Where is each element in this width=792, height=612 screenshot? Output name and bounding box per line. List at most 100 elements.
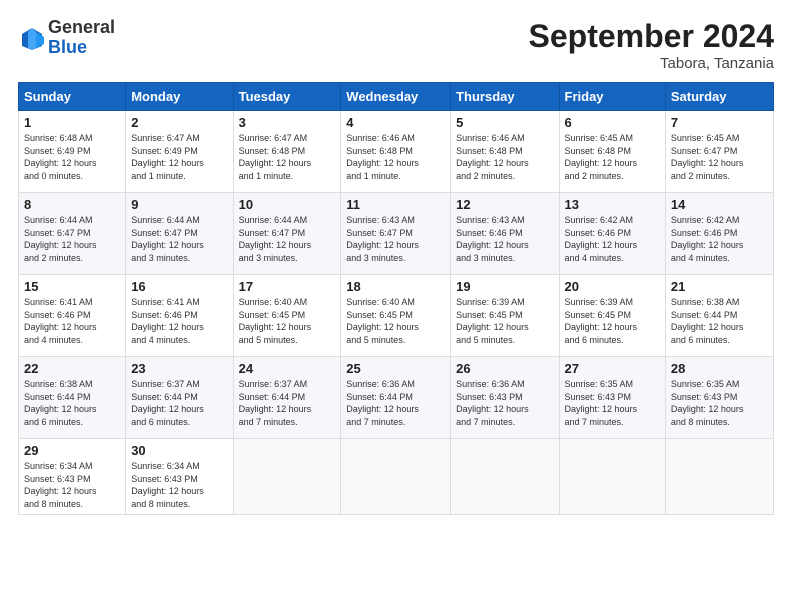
day-number: 8 <box>24 197 120 212</box>
calendar-cell: 10Sunrise: 6:44 AMSunset: 6:47 PMDayligh… <box>233 193 341 275</box>
day-number: 1 <box>24 115 120 130</box>
day-number: 14 <box>671 197 768 212</box>
day-content: Sunrise: 6:39 AMSunset: 6:45 PMDaylight:… <box>456 296 553 346</box>
calendar-cell <box>233 439 341 515</box>
page: General Blue September 2024 Tabora, Tanz… <box>0 0 792 612</box>
calendar-cell <box>451 439 559 515</box>
calendar-cell: 24 Sunrise: 6:37 AMSunset: 6:44 PMDayligh… <box>233 357 341 439</box>
calendar-header-thursday: Thursday <box>451 83 559 111</box>
day-number: 24 <box>239 361 336 376</box>
day-number: 25 <box>346 361 445 376</box>
day-content: Sunrise: 6:44 AMSunset: 6:47 PMDaylight:… <box>131 214 227 264</box>
calendar-cell <box>341 439 451 515</box>
day-content: Sunrise: 6:48 AMSunset: 6:49 PMDaylight:… <box>24 132 120 182</box>
day-content: Sunrise: 6:34 AMSunset: 6:43 PMDaylight:… <box>24 460 120 510</box>
logo-blue: Blue <box>48 38 115 58</box>
day-content: Sunrise: 6:35 AMSunset: 6:43 PMDaylight:… <box>671 378 768 428</box>
day-content: Sunrise: 6:42 AMSunset: 6:46 PMDaylight:… <box>671 214 768 264</box>
calendar-cell: 25 Sunrise: 6:36 AMSunset: 6:44 PMDayligh… <box>341 357 451 439</box>
calendar-cell: 5 Sunrise: 6:46 AMSunset: 6:48 PMDaylight… <box>451 111 559 193</box>
day-number: 17 <box>239 279 336 294</box>
title-section: September 2024 Tabora, Tanzania <box>529 18 774 72</box>
day-number: 3 <box>239 115 336 130</box>
subtitle: Tabora, Tanzania <box>529 55 774 72</box>
calendar-cell <box>559 439 665 515</box>
day-content: Sunrise: 6:45 AMSunset: 6:48 PMDaylight:… <box>565 132 660 182</box>
day-content: Sunrise: 6:35 AMSunset: 6:43 PMDaylight:… <box>565 378 660 428</box>
calendar-week-3: 15 Sunrise: 6:41 AMSunset: 6:46 PMDayligh… <box>19 275 774 357</box>
day-content: Sunrise: 6:43 AMSunset: 6:46 PMDaylight:… <box>456 214 553 264</box>
day-number: 30 <box>131 443 227 458</box>
calendar-cell: 16 Sunrise: 6:41 AMSunset: 6:46 PMDayligh… <box>126 275 233 357</box>
day-content: Sunrise: 6:39 AMSunset: 6:45 PMDaylight:… <box>565 296 660 346</box>
calendar-cell: 7 Sunrise: 6:45 AMSunset: 6:47 PMDaylight… <box>665 111 773 193</box>
day-number: 16 <box>131 279 227 294</box>
header: General Blue September 2024 Tabora, Tanz… <box>18 18 774 72</box>
logo-general: General <box>48 18 115 38</box>
day-number: 18 <box>346 279 445 294</box>
day-number: 13 <box>565 197 660 212</box>
calendar-cell: 2 Sunrise: 6:47 AMSunset: 6:49 PMDaylight… <box>126 111 233 193</box>
calendar-cell: 8 Sunrise: 6:44 AMSunset: 6:47 PMDaylight… <box>19 193 126 275</box>
day-content: Sunrise: 6:38 AMSunset: 6:44 PMDaylight:… <box>24 378 120 428</box>
calendar-cell: 9 Sunrise: 6:44 AMSunset: 6:47 PMDaylight… <box>126 193 233 275</box>
calendar-week-4: 22 Sunrise: 6:38 AMSunset: 6:44 PMDayligh… <box>19 357 774 439</box>
day-number: 4 <box>346 115 445 130</box>
day-number: 9 <box>131 197 227 212</box>
day-number: 29 <box>24 443 120 458</box>
day-number: 20 <box>565 279 660 294</box>
calendar-cell: 18Sunrise: 6:40 AMSunset: 6:45 PMDayligh… <box>341 275 451 357</box>
day-content: Sunrise: 6:40 AMSunset: 6:45 PMDaylight:… <box>239 296 336 346</box>
day-content: Sunrise: 6:37 AMSunset: 6:44 PMDaylight:… <box>131 378 227 428</box>
calendar-cell: 12 Sunrise: 6:43 AMSunset: 6:46 PMDayligh… <box>451 193 559 275</box>
logo-text: General Blue <box>48 18 115 58</box>
calendar-cell: 15Sunrise: 6:41 AMSunset: 6:46 PMDayligh… <box>19 275 126 357</box>
calendar-week-2: 8 Sunrise: 6:44 AMSunset: 6:47 PMDaylight… <box>19 193 774 275</box>
day-number: 5 <box>456 115 553 130</box>
day-content: Sunrise: 6:37 AMSunset: 6:44 PMDaylight:… <box>239 378 336 428</box>
calendar-header-wednesday: Wednesday <box>341 83 451 111</box>
day-content: Sunrise: 6:41 AMSunset: 6:46 PMDaylight:… <box>131 296 227 346</box>
logo: General Blue <box>18 18 115 58</box>
calendar-header-friday: Friday <box>559 83 665 111</box>
day-number: 11 <box>346 197 445 212</box>
calendar-cell: 26Sunrise: 6:36 AMSunset: 6:43 PMDayligh… <box>451 357 559 439</box>
day-content: Sunrise: 6:38 AMSunset: 6:44 PMDaylight:… <box>671 296 768 346</box>
calendar-cell: 3 Sunrise: 6:47 AMSunset: 6:48 PMDaylight… <box>233 111 341 193</box>
calendar-week-5: 29 Sunrise: 6:34 AMSunset: 6:43 PMDayligh… <box>19 439 774 515</box>
calendar-cell: 1 Sunrise: 6:48 AMSunset: 6:49 PMDaylight… <box>19 111 126 193</box>
day-number: 7 <box>671 115 768 130</box>
calendar-header-saturday: Saturday <box>665 83 773 111</box>
day-content: Sunrise: 6:44 AMSunset: 6:47 PMDaylight:… <box>24 214 120 264</box>
logo-icon <box>18 24 46 52</box>
day-number: 2 <box>131 115 227 130</box>
day-content: Sunrise: 6:42 AMSunset: 6:46 PMDaylight:… <box>565 214 660 264</box>
day-content: Sunrise: 6:43 AMSunset: 6:47 PMDaylight:… <box>346 214 445 264</box>
calendar-cell: 20 Sunrise: 6:39 AMSunset: 6:45 PMDayligh… <box>559 275 665 357</box>
day-number: 15 <box>24 279 120 294</box>
calendar-cell: 23Sunrise: 6:37 AMSunset: 6:44 PMDayligh… <box>126 357 233 439</box>
day-number: 26 <box>456 361 553 376</box>
day-content: Sunrise: 6:44 AMSunset: 6:47 PMDaylight:… <box>239 214 336 264</box>
day-content: Sunrise: 6:47 AMSunset: 6:49 PMDaylight:… <box>131 132 227 182</box>
day-content: Sunrise: 6:47 AMSunset: 6:48 PMDaylight:… <box>239 132 336 182</box>
day-number: 12 <box>456 197 553 212</box>
calendar-cell: 28Sunrise: 6:35 AMSunset: 6:43 PMDayligh… <box>665 357 773 439</box>
day-number: 21 <box>671 279 768 294</box>
calendar-cell: 11 Sunrise: 6:43 AMSunset: 6:47 PMDayligh… <box>341 193 451 275</box>
calendar-header-monday: Monday <box>126 83 233 111</box>
day-content: Sunrise: 6:36 AMSunset: 6:44 PMDaylight:… <box>346 378 445 428</box>
day-content: Sunrise: 6:46 AMSunset: 6:48 PMDaylight:… <box>456 132 553 182</box>
calendar-cell: 21 Sunrise: 6:38 AMSunset: 6:44 PMDayligh… <box>665 275 773 357</box>
calendar-cell: 29 Sunrise: 6:34 AMSunset: 6:43 PMDayligh… <box>19 439 126 515</box>
calendar-cell: 30Sunrise: 6:34 AMSunset: 6:43 PMDayligh… <box>126 439 233 515</box>
day-content: Sunrise: 6:45 AMSunset: 6:47 PMDaylight:… <box>671 132 768 182</box>
day-number: 19 <box>456 279 553 294</box>
calendar-cell: 22 Sunrise: 6:38 AMSunset: 6:44 PMDayligh… <box>19 357 126 439</box>
calendar-week-1: 1 Sunrise: 6:48 AMSunset: 6:49 PMDaylight… <box>19 111 774 193</box>
calendar-header-tuesday: Tuesday <box>233 83 341 111</box>
calendar-cell <box>665 439 773 515</box>
day-number: 22 <box>24 361 120 376</box>
calendar-cell: 27Sunrise: 6:35 AMSunset: 6:43 PMDayligh… <box>559 357 665 439</box>
calendar-header-row: SundayMondayTuesdayWednesdayThursdayFrid… <box>19 83 774 111</box>
